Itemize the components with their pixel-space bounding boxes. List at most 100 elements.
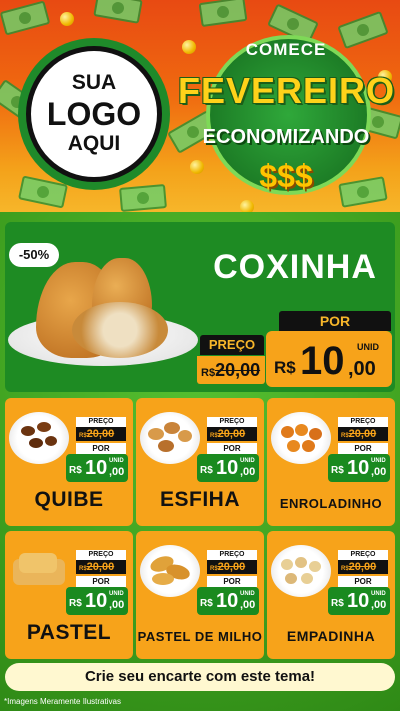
old-price-label: PREÇO	[207, 417, 257, 427]
coxinha-image	[8, 256, 198, 376]
featured-new-currency: R$	[274, 358, 296, 377]
old-price: R$20,00	[338, 560, 388, 574]
old-price: R$20,00	[207, 560, 257, 574]
enroladinho-image	[271, 412, 331, 464]
new-price-label: POR	[338, 443, 388, 454]
new-dec: ,00	[371, 466, 387, 478]
new-currency: R$	[200, 598, 213, 609]
new-price-label: POR	[76, 576, 126, 587]
product-name: EMPADINHA	[286, 628, 376, 644]
unit-label: UNID	[109, 591, 124, 597]
old-price-label: PREÇO	[207, 550, 257, 560]
esfiha-image	[140, 412, 200, 464]
featured-new-price: R$ 10 UNID ,00	[266, 331, 392, 387]
product-card-esfiha: PREÇO R$20,00 POR R$ 10 UNID ,00 ESFIHA	[136, 398, 264, 526]
new-int: 10	[347, 590, 370, 612]
unit-label: UNID	[371, 591, 386, 597]
old-price: R$20,00	[338, 427, 388, 441]
product-card-enroladinho: PREÇO R$20,00 POR R$ 10 UNID ,00 ENROLADINH…	[267, 398, 395, 526]
old-price-label: PREÇO	[338, 417, 388, 427]
old-value: 20,00	[217, 428, 246, 440]
campaign-line2: FEVEREIRO	[178, 70, 396, 111]
new-price: R$ 10 UNID ,00	[197, 454, 259, 482]
new-currency: R$	[331, 465, 344, 476]
old-currency: R$	[210, 566, 218, 572]
money-bill-icon	[119, 184, 167, 212]
product-card-pastel: PREÇO R$20,00 POR R$ 10 UNID ,00 PASTEL	[5, 531, 133, 659]
money-bill-icon	[0, 0, 51, 36]
new-price: R$ 10 UNID ,00	[66, 587, 128, 615]
new-dec: ,00	[371, 599, 387, 611]
money-bill-icon	[198, 0, 248, 28]
old-currency: R$	[341, 433, 349, 439]
new-price-label: POR	[207, 576, 257, 587]
new-int: 10	[85, 457, 108, 479]
old-currency: R$	[79, 433, 87, 439]
empadinha-image	[271, 545, 331, 597]
new-dec: ,00	[240, 466, 256, 478]
unit-label: UNID	[371, 458, 386, 464]
old-value: 20,00	[217, 561, 246, 573]
old-price: R$20,00	[76, 560, 126, 574]
new-currency: R$	[200, 465, 213, 476]
product-name: ENROLADINHO	[279, 496, 383, 511]
new-currency: R$	[69, 598, 82, 609]
old-value: 20,00	[348, 428, 377, 440]
old-currency: R$	[79, 566, 87, 572]
disclaimer-text: *Imagens Meramente Ilustrativas	[4, 697, 121, 706]
logo-text-line2: LOGO	[46, 95, 142, 132]
new-price: R$ 10 UNID ,00	[328, 587, 390, 615]
new-int: 10	[347, 457, 370, 479]
new-int: 10	[216, 590, 239, 612]
new-dec: ,00	[109, 466, 125, 478]
old-price: R$20,00	[76, 427, 126, 441]
campaign-line1: COMECE	[245, 40, 327, 59]
old-value: 20,00	[348, 561, 377, 573]
product-name: PASTEL	[26, 621, 112, 644]
new-currency: R$	[69, 465, 82, 476]
featured-new-dec: ,00	[348, 358, 376, 380]
header-banner: SUA LOGO AQUI COMECE FEVEREIRO ECONOMIZA…	[0, 0, 400, 212]
featured-old-value: 20,00	[215, 360, 261, 380]
coxinha-cut-shape	[72, 302, 168, 358]
old-currency: R$	[210, 433, 218, 439]
pastel-image	[9, 545, 69, 597]
new-price: R$ 10 UNID ,00	[197, 587, 259, 615]
old-price-label: PREÇO	[76, 417, 126, 427]
pastel-de-milho-image	[140, 545, 200, 597]
old-price-label: PREÇO	[76, 550, 126, 560]
new-price-label: POR	[207, 443, 257, 454]
quibe-image	[9, 412, 69, 464]
new-dec: ,00	[109, 599, 125, 611]
old-currency: R$	[341, 566, 349, 572]
new-int: 10	[85, 590, 108, 612]
product-card-quibe: PREÇO R$20,00 POR R$ 10 UNID ,00 QUIBE	[5, 398, 133, 526]
campaign-badge: COMECE FEVEREIRO ECONOMIZANDO $$$	[178, 30, 394, 205]
featured-old-currency: R$	[201, 367, 216, 379]
product-name: ESFIHA	[159, 488, 240, 511]
new-price-label: POR	[76, 443, 126, 454]
campaign-symbols: $$$	[259, 158, 313, 194]
old-price: R$20,00	[207, 427, 257, 441]
featured-new-int: 10	[300, 339, 345, 383]
unit-label: UNID	[240, 458, 255, 464]
new-price: R$ 10 UNID ,00	[66, 454, 128, 482]
logo-text-line3: AQUI	[67, 132, 121, 156]
featured-unit: UNID	[357, 342, 379, 352]
money-bill-icon	[93, 0, 143, 24]
featured-old-price: R$20,00	[197, 356, 265, 384]
product-card-pastel-de-milho: PREÇO R$20,00 POR R$ 10 UNID ,00 PASTEL DE …	[136, 531, 264, 659]
old-value: 20,00	[86, 561, 115, 573]
discount-badge: -50%	[9, 243, 59, 267]
unit-label: UNID	[109, 458, 124, 464]
old-price-label: PREÇO	[338, 550, 388, 560]
featured-old-price-label: PREÇO	[200, 335, 264, 355]
product-card-empadinha: PREÇO R$20,00 POR R$ 10 UNID ,00 EMPADINHA	[267, 531, 395, 659]
product-name: PASTEL DE MILHO	[137, 629, 263, 644]
new-dec: ,00	[240, 599, 256, 611]
new-int: 10	[216, 457, 239, 479]
cta-banner[interactable]: Crie seu encarte com este tema!	[5, 663, 395, 691]
logo-text-line1: SUA	[71, 71, 117, 95]
campaign-line3: ECONOMIZANDO	[202, 126, 370, 148]
new-price: R$ 10 UNID ,00	[328, 454, 390, 482]
